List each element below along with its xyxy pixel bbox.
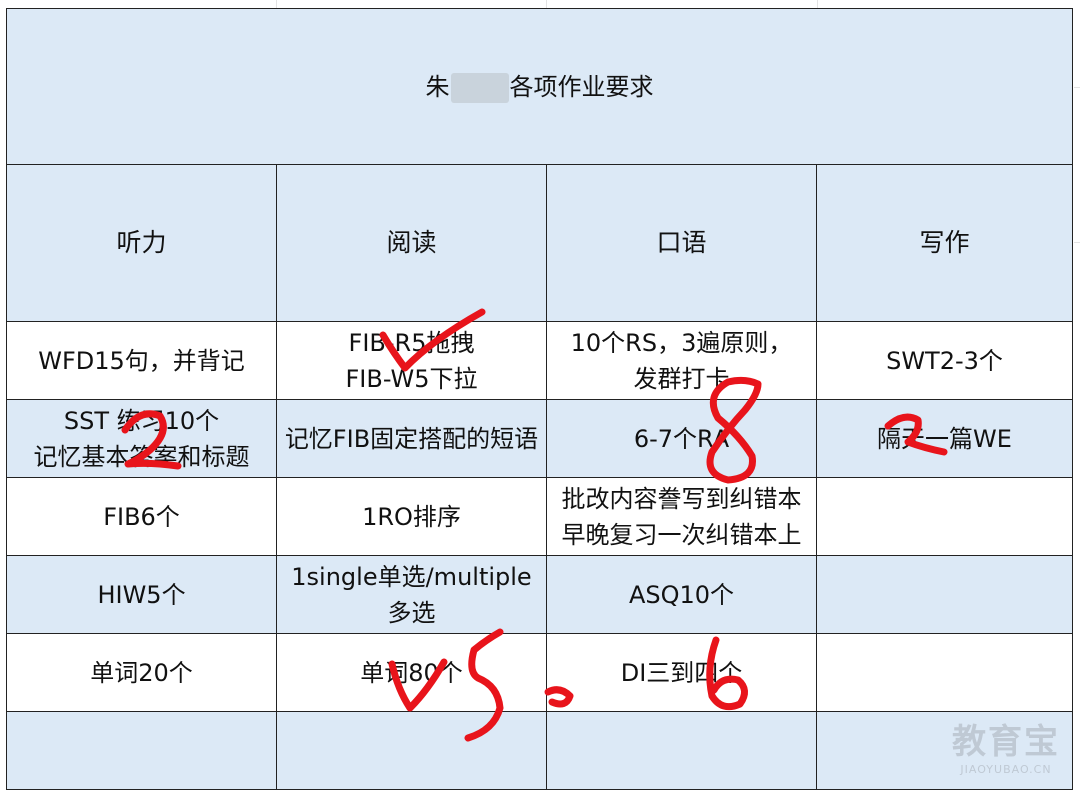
cell-listening[interactable]: FIB6个: [6, 477, 277, 556]
cell-text: WFD15句，并背记: [38, 346, 245, 375]
cell-text: FIB-R5拖拽: [348, 328, 475, 357]
gridline: [817, 0, 818, 8]
cell-reading[interactable]: 1RO排序: [276, 477, 547, 556]
cell-reading[interactable]: 1single单选/multiple 多选: [276, 555, 547, 634]
cell-text: 早晚复习一次纠错本上: [561, 520, 802, 549]
table-row: WFD15句，并背记 FIB-R5拖拽 FIB-W5下拉 10个RS，3遍原则， 发…: [6, 321, 1073, 400]
cell-text: SWT2-3个: [886, 346, 1003, 375]
watermark-url: JIAOYUBAO.CN: [960, 763, 1052, 776]
header-listening[interactable]: 听力: [6, 164, 277, 322]
cell-text: 发群打卡: [633, 364, 730, 393]
cell-text: 隔天一篇WE: [877, 424, 1012, 453]
redaction-mark: [450, 72, 509, 103]
table-row: SST 练习10个记忆基本答案和标题 记忆FIB固定搭配的短语 6-7个RA 隔…: [6, 399, 1073, 478]
cell-text: 多选: [387, 598, 436, 627]
table-row: [6, 711, 1073, 790]
cell-speaking[interactable]: 10个RS，3遍原则， 发群打卡: [546, 321, 817, 400]
cell-speaking[interactable]: 6-7个RA: [546, 399, 817, 478]
homework-table: 朱各项作业要求 听力 阅读 口语 写作 WFD15句，并背记 FIB-R5拖拽 F…: [6, 8, 1073, 790]
table-title[interactable]: 朱 各项作业要求: [6, 8, 1073, 165]
cell-writing[interactable]: [816, 477, 1073, 556]
table-row: 单词20个 单词80个 DI三到四个: [6, 633, 1073, 712]
cell-text: 单词80个: [360, 658, 463, 687]
cell-text: ASQ10个: [628, 580, 735, 609]
cell-speaking[interactable]: ASQ10个: [546, 555, 817, 634]
title-prefix: 朱: [425, 72, 450, 101]
cell-text: 记忆FIB固定搭配的短语: [284, 424, 539, 453]
cell-writing[interactable]: [816, 555, 1073, 634]
cell-text: DI三到四个: [620, 658, 743, 687]
cell-speaking[interactable]: [546, 711, 817, 790]
cell-text: FIB-W5下拉: [345, 364, 478, 393]
cell-text: 批改内容誊写到纠错本: [561, 484, 802, 513]
header-row: 听力 阅读 口语 写作: [6, 164, 1073, 322]
cell-writing[interactable]: 隔天一篇WE: [816, 399, 1073, 478]
cell-text: 10个RS，3遍原则，: [570, 328, 793, 357]
cell-writing[interactable]: [816, 633, 1073, 712]
cell-speaking[interactable]: 批改内容誊写到纠错本 早晚复习一次纠错本上: [546, 477, 817, 556]
gridline: [276, 0, 277, 8]
table-row: HIW5个 1single单选/multiple 多选 ASQ10个: [6, 555, 1073, 634]
cell-text: FIB6个: [103, 502, 180, 531]
spreadsheet-view: 朱各项作业要求 听力 阅读 口语 写作 WFD15句，并背记 FIB-R5拖拽 F…: [0, 0, 1080, 796]
cell-writing[interactable]: SWT2-3个: [816, 321, 1073, 400]
cell-text: HIW5个: [97, 580, 186, 609]
table-row: FIB6个 1RO排序 批改内容誊写到纠错本 早晚复习一次纠错本上: [6, 477, 1073, 556]
cell-reading[interactable]: 记忆FIB固定搭配的短语: [276, 399, 547, 478]
cell-speaking[interactable]: DI三到四个: [546, 633, 817, 712]
cell-text: 1RO排序: [362, 502, 461, 531]
cell-reading[interactable]: FIB-R5拖拽 FIB-W5下拉: [276, 321, 547, 400]
cell-text: 1single单选/multiple: [291, 562, 532, 591]
cell-listening[interactable]: [6, 711, 277, 790]
gridline: [546, 0, 547, 8]
header-speaking[interactable]: 口语: [546, 164, 817, 322]
cell-listening[interactable]: 单词20个: [6, 633, 277, 712]
header-writing[interactable]: 写作: [816, 164, 1073, 322]
gridline: [1074, 242, 1080, 243]
cell-text: 6-7个RA: [633, 424, 730, 453]
cell-text: SST 练习10个: [63, 406, 220, 435]
cell-reading[interactable]: [276, 711, 547, 790]
header-reading[interactable]: 阅读: [276, 164, 547, 322]
watermark: 教育宝 JIAOYUBAO.CN: [952, 714, 1060, 776]
watermark-logo: 教育宝: [952, 722, 1060, 762]
cell-text: 单词20个: [90, 658, 193, 687]
gridline: [1074, 87, 1080, 88]
cell-listening[interactable]: HIW5个: [6, 555, 277, 634]
title-suffix: 各项作业要求: [509, 72, 654, 101]
cell-reading[interactable]: 单词80个: [276, 633, 547, 712]
cell-text: 记忆基本答案和标题: [33, 442, 250, 471]
cell-listening[interactable]: WFD15句，并背记: [6, 321, 277, 400]
cell-listening[interactable]: SST 练习10个记忆基本答案和标题: [6, 399, 277, 478]
